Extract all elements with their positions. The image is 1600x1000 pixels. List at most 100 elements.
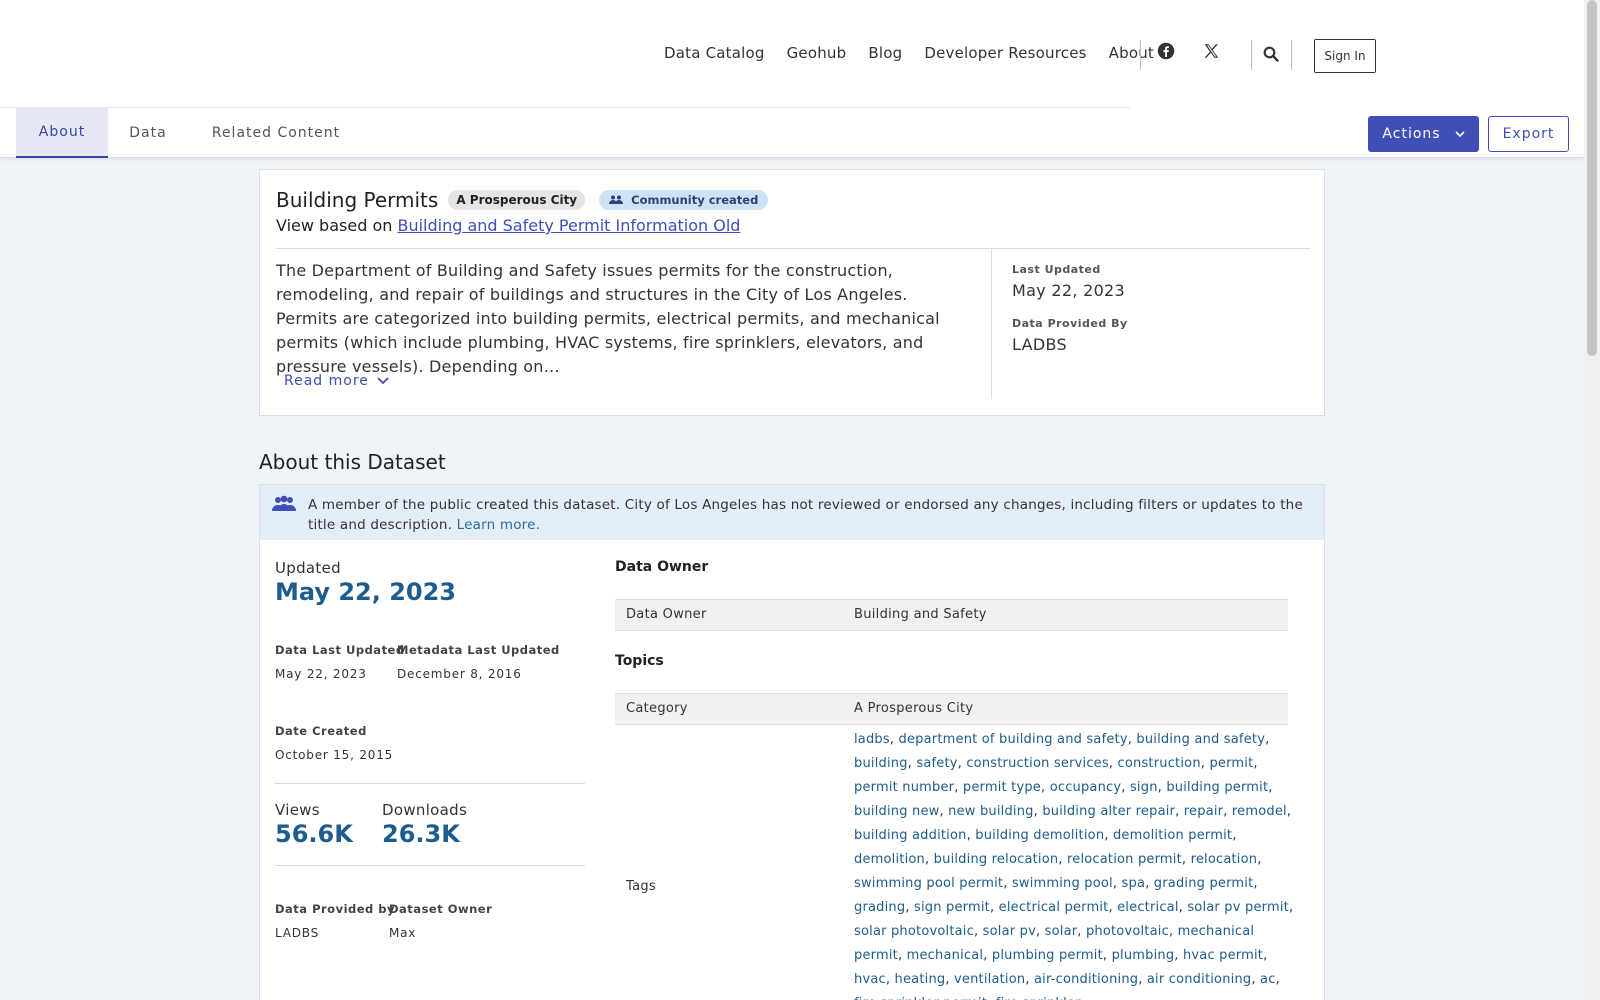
- date-created-label: Date Created: [275, 724, 367, 738]
- nav-data-catalog[interactable]: Data Catalog: [664, 44, 765, 62]
- tag-link[interactable]: building relocation: [934, 852, 1059, 867]
- tag-link[interactable]: electrical: [1117, 900, 1179, 915]
- actions-label: Actions: [1382, 126, 1441, 142]
- tag-link[interactable]: fire sprinkler permit: [854, 996, 987, 1000]
- tag-separator: ,: [973, 924, 983, 939]
- tag-link[interactable]: hvac: [854, 972, 886, 987]
- learn-more-link[interactable]: Learn more.: [457, 517, 540, 533]
- tag-link[interactable]: ac: [1260, 972, 1276, 987]
- tag-link[interactable]: grading: [854, 900, 905, 915]
- tag-separator: ,: [1253, 756, 1258, 771]
- tag-link[interactable]: relocation: [1191, 852, 1258, 867]
- data-provided-by-value: LADBS: [275, 926, 320, 940]
- tag-link[interactable]: building new: [854, 804, 939, 819]
- tag-link[interactable]: fire sprinkler: [996, 996, 1081, 1000]
- community-badge-label: Community created: [631, 193, 759, 207]
- x-twitter-icon[interactable]: [1202, 42, 1221, 65]
- tag-link[interactable]: heating: [895, 972, 946, 987]
- tag-separator: ,: [1102, 948, 1112, 963]
- tag-link[interactable]: demolition: [854, 852, 925, 867]
- tag-link[interactable]: safety: [916, 756, 957, 771]
- tag-link[interactable]: electrical permit: [999, 900, 1109, 915]
- tag-separator: ,: [954, 780, 963, 795]
- page-scrollbar[interactable]: [1584, 0, 1600, 1000]
- tag-link[interactable]: permit type: [963, 780, 1041, 795]
- tag-separator: ,: [1081, 996, 1085, 1000]
- updated-label: Updated: [275, 559, 341, 577]
- tag-link[interactable]: plumbing: [1112, 948, 1175, 963]
- nav-developer-resources[interactable]: Developer Resources: [924, 44, 1086, 62]
- tab-related-content[interactable]: Related Content: [208, 108, 344, 158]
- tag-link[interactable]: building demolition: [975, 828, 1104, 843]
- tag-separator: ,: [1265, 732, 1270, 747]
- nav-geohub[interactable]: Geohub: [787, 44, 847, 62]
- tag-link[interactable]: permit number: [854, 780, 954, 795]
- tag-link[interactable]: new building: [948, 804, 1033, 819]
- tag-link[interactable]: plumbing permit: [992, 948, 1103, 963]
- actions-button[interactable]: Actions: [1368, 116, 1479, 152]
- metadata-last-updated-label: Metadata Last Updated: [397, 643, 560, 657]
- tag-link[interactable]: swimming pool: [1012, 876, 1113, 891]
- tag-link[interactable]: demolition permit: [1113, 828, 1232, 843]
- data-owner-value: Building and Safety: [854, 607, 987, 622]
- tag-link[interactable]: building alter repair: [1042, 804, 1175, 819]
- tag-separator: ,: [939, 804, 949, 819]
- tag-link[interactable]: solar pv permit: [1187, 900, 1289, 915]
- tag-link[interactable]: construction services: [966, 756, 1109, 771]
- data-owner-heading: Data Owner: [615, 559, 709, 575]
- tag-separator: ,: [1003, 876, 1012, 891]
- summary-card: Building Permits A Prosperous City Commu…: [259, 169, 1325, 416]
- tag-separator: ,: [1268, 780, 1273, 795]
- read-more-button[interactable]: Read more: [284, 373, 389, 389]
- metadata-last-updated-value: December 8, 2016: [397, 667, 522, 681]
- nav-blog[interactable]: Blog: [868, 44, 902, 62]
- tag-link[interactable]: sign: [1130, 780, 1158, 795]
- tag-link[interactable]: building: [854, 756, 908, 771]
- tag-link[interactable]: building and safety: [1136, 732, 1265, 747]
- date-created-value: October 15, 2015: [275, 748, 394, 762]
- search-icon[interactable]: [1263, 46, 1279, 67]
- tag-link[interactable]: building addition: [854, 828, 967, 843]
- downloads-label: Downloads: [382, 801, 468, 819]
- tag-link[interactable]: air-conditioning: [1034, 972, 1138, 987]
- tag-link[interactable]: permit: [1209, 756, 1253, 771]
- tag-link[interactable]: photovoltaic: [1086, 924, 1169, 939]
- title-row: Building Permits A Prosperous City Commu…: [276, 188, 769, 212]
- nav-about[interactable]: About: [1109, 44, 1154, 62]
- tag-link[interactable]: solar photovoltaic: [854, 924, 974, 939]
- tag-link[interactable]: solar: [1045, 924, 1078, 939]
- tag-link[interactable]: grading permit: [1154, 876, 1254, 891]
- tag-link[interactable]: spa: [1122, 876, 1146, 891]
- tag-link[interactable]: hvac permit: [1183, 948, 1263, 963]
- export-button[interactable]: Export: [1488, 116, 1569, 152]
- tag-link[interactable]: swimming pool permit: [854, 876, 1003, 891]
- source-dataset-link[interactable]: Building and Safety Permit Information O…: [397, 216, 740, 235]
- people-icon: [272, 495, 296, 517]
- tag-link[interactable]: construction: [1118, 756, 1201, 771]
- tag-link[interactable]: ventilation: [954, 972, 1025, 987]
- provided-by-value: LADBS: [1012, 335, 1067, 354]
- tag-link[interactable]: air conditioning: [1147, 972, 1251, 987]
- about-section-title: About this Dataset: [259, 450, 446, 474]
- community-badge: Community created: [599, 190, 769, 210]
- tag-separator: ,: [1286, 804, 1292, 819]
- tag-link[interactable]: remodel: [1232, 804, 1287, 819]
- dataset-description: The Department of Building and Safety is…: [276, 261, 940, 376]
- tag-link[interactable]: mechanical: [907, 948, 984, 963]
- sign-in-button[interactable]: Sign In: [1314, 39, 1376, 73]
- tag-link[interactable]: building permit: [1166, 780, 1268, 795]
- tag-link[interactable]: department of building and safety: [899, 732, 1128, 747]
- tag-link[interactable]: sign permit: [914, 900, 990, 915]
- facebook-icon[interactable]: [1157, 42, 1175, 65]
- tag-separator: ,: [905, 900, 914, 915]
- scrollbar-thumb[interactable]: [1587, 0, 1597, 356]
- tag-link[interactable]: repair: [1184, 804, 1223, 819]
- tag-separator: ,: [1175, 804, 1184, 819]
- tab-about[interactable]: About: [16, 108, 108, 158]
- tab-data[interactable]: Data: [118, 108, 178, 158]
- tag-link[interactable]: relocation permit: [1067, 852, 1182, 867]
- tag-link[interactable]: occupancy: [1050, 780, 1122, 795]
- data-owner-key: Data Owner: [626, 607, 707, 622]
- tag-link[interactable]: ladbs: [854, 732, 890, 747]
- tag-link[interactable]: solar pv: [983, 924, 1036, 939]
